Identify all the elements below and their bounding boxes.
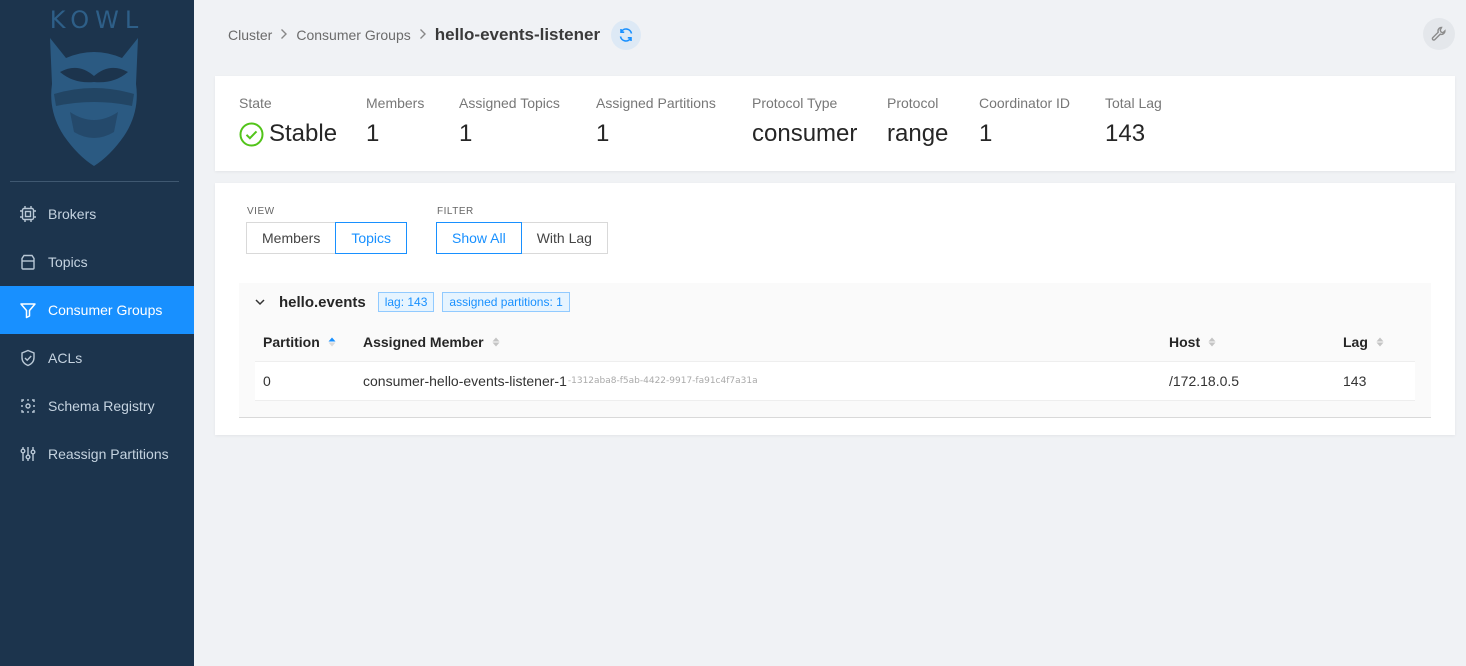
cell-host: /172.18.0.5 (1169, 373, 1240, 389)
stat-label: State (239, 95, 272, 111)
sort-icon[interactable] (1208, 336, 1216, 348)
stat-value: 143 (1105, 120, 1146, 147)
sidebar-item-acls[interactable]: ACLs (0, 334, 194, 382)
stat-value: 1 (596, 120, 610, 147)
group-details-card: VIEW Members Topics FILTER Show All With… (215, 183, 1455, 435)
check-circle-icon (239, 122, 264, 147)
settings-button[interactable] (1423, 18, 1455, 50)
logo-text: KOWL (49, 6, 145, 34)
cell-assigned-member: consumer-hello-events-listener-1 -1312ab… (355, 373, 1161, 389)
stat-label: Total Lag (1105, 95, 1162, 111)
page-title: hello-events-listener (434, 25, 601, 44)
view-toggle: Members Topics (246, 222, 408, 254)
refresh-button[interactable] (611, 20, 642, 50)
stat-value: 1 (366, 120, 380, 147)
stat-label: Protocol Type (752, 95, 838, 111)
lag-badge: lag: 143 (377, 292, 435, 312)
view-members-button[interactable]: Members (246, 222, 337, 254)
sidebar-divider (10, 181, 179, 182)
topic-header[interactable]: hello.events lag: 143 assigned partition… (239, 283, 578, 321)
member-client-id: consumer-hello-events-listener-1 (363, 373, 567, 389)
sidebar-item-consumer-groups[interactable]: Consumer Groups (0, 286, 194, 334)
table-header: Partition Assigned Member Host Lag (255, 323, 1415, 361)
cell-lag: 143 (1343, 373, 1367, 389)
column-header-lag[interactable]: Lag (1335, 334, 1415, 350)
sliders-icon (19, 445, 37, 463)
sidebar: KOWL Brokers Topics Consumer Groups ACLs… (0, 0, 194, 666)
view-label: VIEW (247, 206, 275, 217)
sidebar-item-brokers[interactable]: Brokers (0, 190, 194, 238)
sort-ascending-icon[interactable] (328, 336, 336, 348)
column-label: Partition (263, 334, 320, 350)
funnel-icon (19, 301, 37, 319)
stat-protocol: Protocol range (887, 95, 948, 148)
breadcrumb: Cluster Consumer Groups hello-events-lis… (228, 20, 642, 50)
logo[interactable]: KOWL (0, 0, 194, 180)
chevron-right-icon (419, 28, 427, 43)
filter-with-lag-button[interactable]: With Lag (520, 222, 608, 254)
topic-name: hello.events (279, 293, 366, 311)
wrench-icon (1431, 26, 1446, 41)
stat-value-wrap: Stable (239, 120, 337, 148)
stat-label: Members (366, 95, 425, 111)
schema-icon (19, 397, 37, 415)
member-uuid: -1312aba8-f5ab-4422-9917-fa91c4f7a31a (567, 376, 758, 386)
chevron-right-icon (280, 28, 288, 43)
filter-show-all-button[interactable]: Show All (436, 222, 522, 254)
column-header-assigned-member[interactable]: Assigned Member (355, 334, 1161, 350)
assigned-partitions-badge: assigned partitions: 1 (442, 292, 570, 312)
filter-label: FILTER (437, 206, 474, 217)
stat-assigned-partitions: Assigned Partitions 1 (596, 95, 716, 148)
owl-logo-icon (50, 38, 138, 166)
stat-value: 1 (459, 120, 473, 147)
database-icon (19, 253, 37, 271)
sidebar-item-reassign-partitions[interactable]: Reassign Partitions (0, 430, 194, 478)
sidebar-item-label: Topics (48, 254, 88, 270)
shield-icon (19, 349, 37, 367)
sidebar-item-label: Schema Registry (48, 398, 155, 414)
stat-assigned-topics: Assigned Topics 1 (459, 95, 560, 148)
sort-icon[interactable] (1376, 336, 1384, 348)
cell-partition: 0 (263, 373, 271, 389)
stat-label: Assigned Topics (459, 95, 560, 111)
stat-members: Members 1 (366, 95, 424, 148)
sidebar-nav: Brokers Topics Consumer Groups ACLs Sche… (0, 190, 194, 478)
group-stats-card: State Stable Members 1 Assigned Topics 1… (215, 76, 1455, 171)
chevron-down-icon[interactable] (253, 295, 267, 309)
table-row[interactable]: 0 consumer-hello-events-listener-1 -1312… (255, 361, 1415, 401)
sidebar-item-label: Brokers (48, 206, 97, 222)
stat-label: Protocol (887, 95, 939, 111)
stat-label: Assigned Partitions (596, 95, 716, 111)
column-label: Assigned Member (363, 334, 484, 350)
sidebar-item-label: Reassign Partitions (48, 446, 169, 462)
sort-icon[interactable] (492, 336, 500, 348)
column-label: Lag (1343, 334, 1368, 350)
stat-value: Stable (269, 120, 338, 147)
column-header-partition[interactable]: Partition (255, 334, 355, 350)
partitions-table: Partition Assigned Member Host Lag 0 con… (255, 323, 1415, 401)
stat-state: State Stable (239, 95, 337, 148)
cpu-icon (19, 205, 37, 223)
sidebar-item-label: Consumer Groups (48, 302, 163, 318)
column-label: Host (1169, 334, 1201, 350)
refresh-icon (619, 28, 633, 42)
sidebar-item-label: ACLs (48, 350, 83, 366)
stat-label: Coordinator ID (979, 95, 1071, 111)
sidebar-item-topics[interactable]: Topics (0, 238, 194, 286)
stat-value: consumer (752, 120, 858, 147)
topic-panel: hello.events lag: 143 assigned partition… (239, 283, 1431, 418)
breadcrumb-cluster[interactable]: Cluster (228, 27, 272, 43)
breadcrumb-consumer-groups[interactable]: Consumer Groups (296, 27, 410, 43)
stat-value: 1 (979, 120, 993, 147)
column-header-host[interactable]: Host (1161, 334, 1335, 350)
filter-toggle: Show All With Lag (436, 222, 608, 254)
sidebar-item-schema-registry[interactable]: Schema Registry (0, 382, 194, 430)
stat-protocol-type: Protocol Type consumer (752, 95, 857, 148)
stat-value: range (887, 120, 949, 147)
stat-total-lag: Total Lag 143 (1105, 95, 1162, 148)
view-topics-button[interactable]: Topics (335, 222, 408, 254)
stat-coordinator-id: Coordinator ID 1 (979, 95, 1070, 148)
